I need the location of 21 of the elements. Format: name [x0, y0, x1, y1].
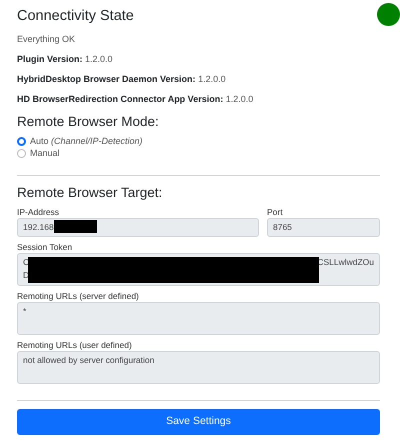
field-label: IP-Address — [17, 206, 60, 218]
field-label: Remoting URLs (server defined) — [17, 290, 140, 302]
section-title: Remote Browser Mode: — [17, 113, 160, 131]
ip-field[interactable]: 192.168 — [17, 218, 259, 237]
version-text: HD BrowserRedirection Connector App Version: 1.2.0.0 — [17, 93, 254, 105]
field-label: Port — [267, 206, 284, 218]
radio-label: Manual — [30, 147, 60, 159]
section-title: Connectivity State — [17, 7, 135, 25]
port-field[interactable]: 8765 — [267, 218, 380, 237]
section-title: Remote Browser Target: — [17, 184, 164, 202]
url-field[interactable]: * — [17, 302, 380, 335]
field-label: Session Token — [17, 240, 74, 253]
version-text: HybridDesktop Browser Daemon Version: 1.2.0.0 — [17, 73, 227, 85]
radio-label: Auto (Channel/IP-Detection) — [30, 135, 143, 147]
radio-button[interactable] — [17, 136, 26, 146]
version-text: Plugin Version: 1.2.0.0 — [17, 53, 114, 65]
save-button[interactable]: Save Settings — [17, 408, 380, 434]
status-text: Everything OK — [17, 33, 76, 45]
field-label: Remoting URLs (user defined) — [17, 338, 133, 351]
radio-button[interactable] — [17, 148, 26, 158]
url-field[interactable]: not allowed by server configuration — [17, 350, 380, 384]
